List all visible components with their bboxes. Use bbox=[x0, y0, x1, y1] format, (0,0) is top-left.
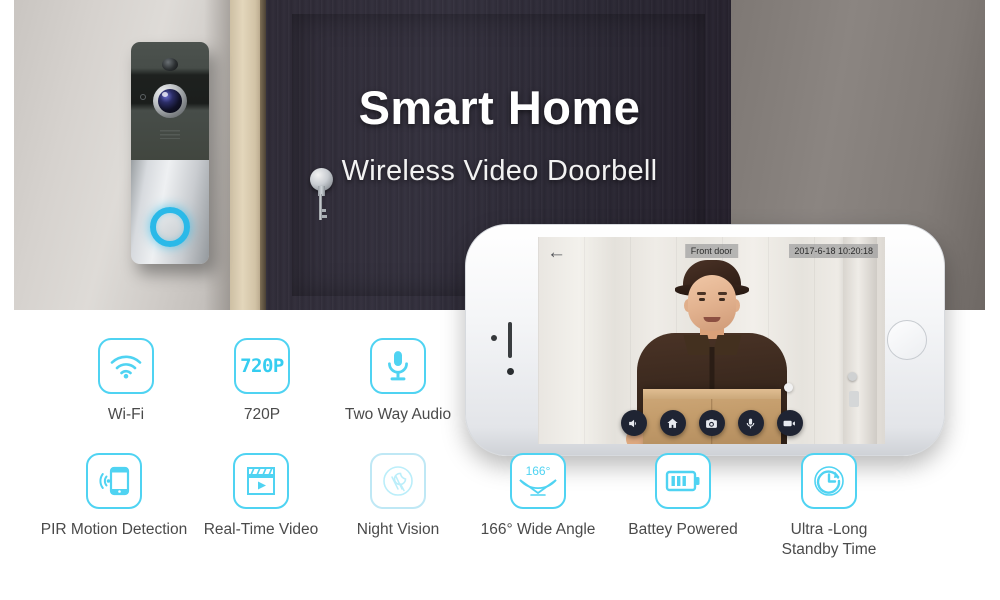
feature-label: PIR Motion Detection bbox=[40, 520, 188, 538]
clock-refresh-icon-box bbox=[801, 452, 857, 509]
speaker-icon bbox=[629, 419, 636, 427]
video-camera-icon bbox=[783, 420, 795, 426]
camera-name-label: Front door bbox=[684, 244, 739, 258]
feature-wifi: Wi-Fi bbox=[58, 338, 194, 425]
visitor-brow-right bbox=[717, 292, 727, 295]
home-button[interactable] bbox=[659, 410, 686, 436]
snapshot-button[interactable] bbox=[698, 410, 725, 436]
visitor-eye-right bbox=[718, 298, 725, 301]
visitor-collar-left bbox=[683, 335, 712, 355]
wide-angle-value: 166° bbox=[526, 464, 551, 478]
feature-grid: Wi-Fi 720P 720P Two Way Audio PIR Motion… bbox=[0, 338, 1000, 600]
visitor-brow-left bbox=[696, 292, 706, 295]
page-subtitle: Wireless Video Doorbell bbox=[341, 155, 658, 187]
feature-label: 166° Wide Angle bbox=[480, 520, 596, 538]
microphone-icon bbox=[746, 418, 755, 428]
feature-label: 720P bbox=[243, 406, 281, 423]
battery-icon bbox=[665, 470, 700, 492]
visitor-face bbox=[687, 275, 736, 331]
resolution-720p-icon-box: 720P bbox=[234, 338, 290, 394]
back-button[interactable]: ← bbox=[547, 243, 566, 262]
feature-label: Two Way Audio bbox=[344, 406, 452, 423]
visitor-eye-left bbox=[698, 298, 705, 301]
night-vision-icon-box bbox=[370, 452, 426, 509]
battery-icon-box bbox=[655, 452, 711, 509]
record-button[interactable] bbox=[776, 410, 803, 436]
camera-icon bbox=[706, 418, 717, 428]
wide-angle-icon-box: 166° bbox=[510, 452, 566, 509]
wifi-icon-box bbox=[98, 338, 154, 394]
feature-label: Battey Powered bbox=[628, 520, 738, 538]
clock-refresh-icon bbox=[814, 466, 844, 496]
feature-two-way-audio: Two Way Audio bbox=[330, 338, 466, 425]
speaker-button[interactable] bbox=[620, 410, 647, 436]
phone-motion-alert-icon bbox=[99, 466, 130, 495]
feature-label: Wi-Fi bbox=[107, 406, 145, 423]
night-vision-icon bbox=[383, 466, 413, 496]
feature-pir-motion: PIR Motion Detection bbox=[38, 452, 190, 560]
doorbell-ring-button[interactable] bbox=[150, 207, 190, 247]
feature-label: Ultra -Long Standby Time bbox=[781, 520, 877, 558]
page-title: Smart Home bbox=[358, 81, 641, 134]
live-view-control-bar bbox=[538, 410, 885, 436]
feature-row-2: PIR Motion Detection Real-Time Video Nig… bbox=[0, 452, 1000, 560]
door-key-icon bbox=[319, 194, 327, 220]
feature-label: Night Vision bbox=[356, 520, 440, 538]
wide-angle-icon: 166° bbox=[519, 464, 557, 496]
product-feature-page: Smart Home Wireless Video Doorbell ← Fro… bbox=[0, 0, 1000, 600]
feature-wide-angle: 166° 166° Wide Angle bbox=[464, 452, 612, 560]
feature-label: Real-Time Video bbox=[203, 520, 319, 538]
phone-motion-alert-icon-box bbox=[86, 452, 142, 509]
doorbell-device bbox=[131, 42, 209, 264]
timestamp-label: 2017-6-18 10:20:18 bbox=[789, 244, 878, 258]
microphone-icon-box bbox=[370, 338, 426, 394]
feature-realtime-video: Real-Time Video bbox=[190, 452, 332, 560]
feature-night-vision: Night Vision bbox=[332, 452, 464, 560]
video-play-icon bbox=[247, 466, 275, 495]
feature-standby-time: Ultra -Long Standby Time bbox=[754, 452, 904, 560]
visitor-collar-right bbox=[712, 335, 741, 355]
visitor-mouth bbox=[703, 317, 720, 322]
resolution-720p-icon: 720P bbox=[240, 355, 284, 377]
wifi-icon bbox=[110, 355, 142, 379]
pir-sensor-icon bbox=[162, 58, 178, 71]
microphone-icon bbox=[388, 351, 408, 381]
feature-720p: 720P 720P bbox=[194, 338, 330, 425]
video-play-icon-box bbox=[233, 452, 289, 509]
microphone-button[interactable] bbox=[737, 410, 764, 436]
home-icon bbox=[667, 418, 678, 428]
feature-battery: Battey Powered bbox=[612, 452, 754, 560]
scene-highlight-dot bbox=[784, 383, 793, 392]
